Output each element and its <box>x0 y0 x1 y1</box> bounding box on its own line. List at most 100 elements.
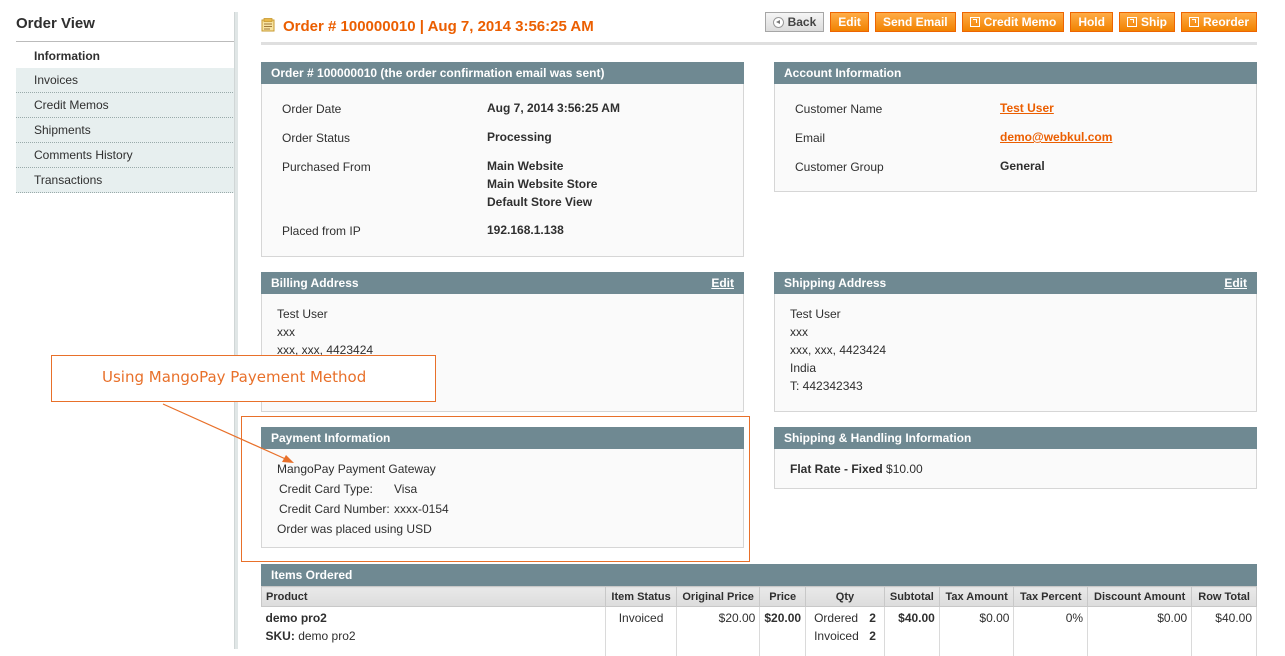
qty-ordered-label: Ordered <box>814 611 858 625</box>
col-tax-amount: Tax Amount <box>939 587 1014 607</box>
sku-label: SKU: <box>266 629 295 643</box>
edit-button[interactable]: Edit <box>830 12 869 32</box>
shipping-street: xxx <box>790 325 808 339</box>
page-title: Order # 100000010 | Aug 7, 2014 3:56:25 … <box>283 18 594 35</box>
ship-button-label: Ship <box>1141 13 1167 31</box>
shipping-address-heading: Shipping Address Edit <box>774 272 1257 294</box>
col-qty: Qty <box>806 587 885 607</box>
shipping-amount: $10.00 <box>886 462 923 476</box>
shipping-handling-panel: Shipping & Handling Information Flat Rat… <box>774 427 1257 489</box>
reorder-button[interactable]: Reorder <box>1181 12 1257 32</box>
annotation-text: Using MangoPay Payement Method <box>102 368 366 386</box>
reorder-button-label: Reorder <box>1203 13 1249 31</box>
shipping-address-panel: Shipping Address Edit Test User xxx xxx,… <box>774 272 1257 412</box>
customer-group-value: General <box>1000 159 1045 173</box>
shipping-phone: T: 442342343 <box>790 379 863 393</box>
order-status-label: Order Status <box>282 131 350 145</box>
shipping-handling-body: Flat Rate - Fixed $10.00 <box>774 449 1257 489</box>
customer-name-label: Customer Name <box>795 102 882 116</box>
items-ordered-heading: Items Ordered <box>261 564 1257 586</box>
placed-from-ip-value: 192.168.1.138 <box>487 223 564 237</box>
sidebar: Order View Information Invoices Credit M… <box>0 0 237 649</box>
hold-button[interactable]: Hold <box>1070 12 1113 32</box>
qty-ordered-line: Ordered 2 <box>810 611 880 625</box>
ship-button[interactable]: Ship <box>1119 12 1175 32</box>
credit-memo-button[interactable]: Credit Memo <box>962 12 1065 32</box>
billing-street: xxx <box>277 325 295 339</box>
qty-ordered-value: 2 <box>869 611 876 625</box>
edit-button-label: Edit <box>838 13 861 31</box>
back-button-label: Back <box>788 13 817 31</box>
qty-invoiced-value: 2 <box>869 629 876 643</box>
annotation-callout: Using MangoPay Payement Method <box>51 355 436 402</box>
qty-invoiced-line: Invoiced 2 <box>810 629 880 643</box>
col-product: Product <box>262 587 606 607</box>
purchased-from-store: Main Website Store <box>487 177 597 191</box>
purchased-from-website: Main Website <box>487 159 563 173</box>
billing-edit-link[interactable]: Edit <box>711 272 734 294</box>
order-info-panel: Order # 100000010 (the order confirmatio… <box>261 62 744 257</box>
items-table-header: Product Item Status Original Price Price… <box>262 587 1257 607</box>
shipping-address-body: Test User xxx xxx, xxx, 4423424 India T:… <box>774 294 1257 412</box>
account-info-body: Customer Name Test User Email demo@webku… <box>774 84 1257 192</box>
order-status-value: Processing <box>487 130 552 144</box>
shipping-country: India <box>790 361 816 375</box>
order-info-heading: Order # 100000010 (the order confirmatio… <box>261 62 744 84</box>
back-button[interactable]: Back <box>765 12 825 32</box>
tab-invoices[interactable]: Invoices <box>16 68 235 93</box>
customer-group-label: Customer Group <box>795 160 884 174</box>
toolbar: Back Edit Send Email Credit Memo Hold Sh… <box>765 12 1257 32</box>
tab-credit-memos[interactable]: Credit Memos <box>16 93 235 118</box>
send-email-button-label: Send Email <box>883 13 948 31</box>
sidebar-tabs: Information Invoices Credit Memos Shipme… <box>16 44 235 193</box>
send-email-button[interactable]: Send Email <box>875 12 956 32</box>
purchased-from-view: Default Store View <box>487 195 592 209</box>
email-label: Email <box>795 131 825 145</box>
tab-comments-history[interactable]: Comments History <box>16 143 235 168</box>
billing-name: Test User <box>277 307 328 321</box>
tab-information[interactable]: Information <box>16 44 235 68</box>
shipping-name: Test User <box>790 307 841 321</box>
shipping-city: xxx, xxx, 4423424 <box>790 343 886 357</box>
shipping-address-title: Shipping Address <box>784 276 886 290</box>
tab-transactions[interactable]: Transactions <box>16 168 235 193</box>
shipping-method: Flat Rate - Fixed <box>790 462 883 476</box>
sidebar-title: Order View <box>16 15 95 32</box>
items-table: Product Item Status Original Price Price… <box>261 586 1257 656</box>
order-info-body: Order Date Aug 7, 2014 3:56:25 AM Order … <box>261 84 744 257</box>
hold-button-label: Hold <box>1078 13 1105 31</box>
sidebar-divider <box>16 41 235 42</box>
col-item-status: Item Status <box>606 587 677 607</box>
qty-invoiced-label: Invoiced <box>814 629 859 643</box>
product-name: demo pro2 <box>266 611 602 625</box>
col-row-total: Row Total <box>1192 587 1257 607</box>
col-subtotal: Subtotal <box>884 587 939 607</box>
go-icon <box>1127 17 1137 27</box>
col-original-price: Original Price <box>676 587 759 607</box>
go-icon <box>970 17 980 27</box>
col-price: Price <box>760 587 806 607</box>
sidebar-separator <box>234 12 238 649</box>
go-icon <box>1189 17 1199 27</box>
shipping-edit-link[interactable]: Edit <box>1224 272 1247 294</box>
page-header: Order # 100000010 | Aug 7, 2014 3:56:25 … <box>261 12 1257 45</box>
account-info-panel: Account Information Customer Name Test U… <box>774 62 1257 192</box>
customer-name-link[interactable]: Test User <box>1000 101 1054 115</box>
purchased-from-label: Purchased From <box>282 160 371 174</box>
shipping-handling-heading: Shipping & Handling Information <box>774 427 1257 449</box>
sku-value: demo pro2 <box>298 629 355 643</box>
account-info-heading: Account Information <box>774 62 1257 84</box>
customer-email-link[interactable]: demo@webkul.com <box>1000 130 1112 144</box>
order-date-value: Aug 7, 2014 3:56:25 AM <box>487 101 620 115</box>
tab-shipments[interactable]: Shipments <box>16 118 235 143</box>
credit-memo-button-label: Credit Memo <box>984 13 1057 31</box>
order-icon <box>261 18 276 32</box>
payment-highlight-box <box>241 416 750 562</box>
placed-from-ip-label: Placed from IP <box>282 224 361 238</box>
shipping-handling-line: Flat Rate - Fixed $10.00 <box>790 462 923 476</box>
product-sku-line: SKU: demo pro2 <box>266 629 602 643</box>
order-date-label: Order Date <box>282 102 341 116</box>
col-discount-amount: Discount Amount <box>1088 587 1192 607</box>
items-ordered-panel: Items Ordered Product Item Status Origin… <box>261 564 1257 656</box>
billing-address-heading: Billing Address Edit <box>261 272 744 294</box>
